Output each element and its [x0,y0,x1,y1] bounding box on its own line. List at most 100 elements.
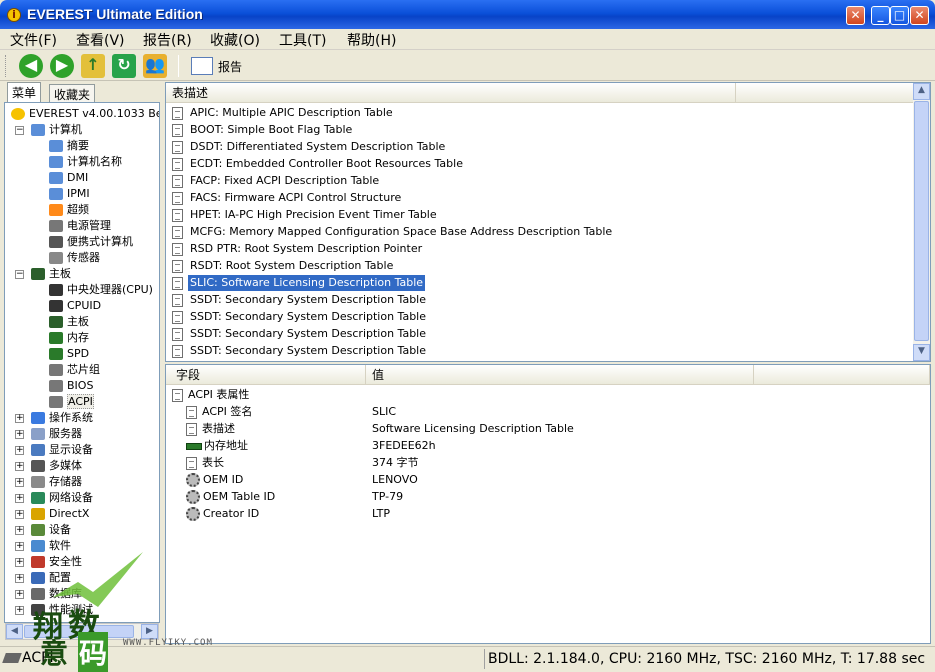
tree-expander-icon[interactable]: + [15,462,24,471]
tree-item[interactable]: 内存 [49,330,89,346]
details-field[interactable]: OEM ID [186,471,243,488]
table-row[interactable]: ECDT: Embedded Controller Boot Resources… [172,156,465,172]
details-group-row[interactable]: ACPI 表属性 [172,386,249,403]
tree-item[interactable]: 计算机名称 [49,154,122,170]
table-row[interactable]: SSDT: Secondary System Description Table [172,292,428,308]
details-field[interactable]: OEM Table ID [186,488,275,505]
tree-item[interactable]: 安全性 [31,554,82,570]
help-close-icon[interactable]: ✕ [846,6,865,25]
column-header-description[interactable]: 表描述 [166,83,736,103]
tree-item[interactable]: 显示设备 [31,442,93,458]
tree-item[interactable]: 计算机 [31,122,82,138]
tree-item[interactable]: EVEREST v4.00.1033 Beta [11,106,159,122]
table-row[interactable]: RSD PTR: Root System Description Pointer [172,241,424,257]
menu-file[interactable]: 文件(F) [10,30,57,50]
tree-item[interactable]: 数据库 [31,586,82,602]
table-row[interactable]: FACP: Fixed ACPI Description Table [172,173,381,189]
users-icon[interactable]: 👥 [143,54,167,78]
tree-item[interactable]: 传感器 [49,250,100,266]
tree-expander-icon[interactable]: + [15,414,24,423]
menu-view[interactable]: 查看(V) [76,30,125,50]
table-row[interactable]: BOOT: Simple Boot Flag Table [172,122,354,138]
tree-item[interactable]: BIOS [49,378,93,394]
table-row[interactable]: MCFG: Memory Mapped Configuration Space … [172,224,614,240]
details-field[interactable]: ACPI 签名 [186,403,252,420]
details-field[interactable]: 内存地址 [186,437,248,454]
close-button[interactable]: ✕ [910,6,929,25]
tree-item[interactable]: 配置 [31,570,71,586]
tree-expander-icon[interactable]: + [15,478,24,487]
scroll-up-icon[interactable]: ▲ [913,83,930,100]
table-row[interactable]: HPET: IA-PC High Precision Event Timer T… [172,207,439,223]
tree-expander-icon[interactable]: + [15,558,24,567]
scroll-thumb[interactable] [24,625,134,638]
details-field[interactable]: 表描述 [186,420,235,437]
tree-expander-icon[interactable]: + [15,494,24,503]
scroll-down-icon[interactable]: ▼ [913,344,930,361]
tree-expander-icon[interactable]: + [15,510,24,519]
column-header-field[interactable]: 字段 [166,365,366,385]
up-folder-icon[interactable]: ↑ [81,54,105,78]
details-field[interactable]: Creator ID [186,505,259,522]
tree-item[interactable]: 电源管理 [49,218,111,234]
back-arrow-icon[interactable]: ◀ [19,54,43,78]
minimize-button[interactable]: _ [871,6,890,25]
tree-item[interactable]: 设备 [31,522,71,538]
tree-item[interactable]: 服务器 [31,426,82,442]
tree-item[interactable]: 操作系统 [31,410,93,426]
tree-item[interactable]: 主板 [31,266,71,282]
tree-item[interactable]: ACPI [49,394,94,410]
menu-favorites[interactable]: 收藏(O) [210,30,260,50]
list-vertical-scrollbar[interactable]: ▲ ▼ [913,83,930,361]
tree-item[interactable]: DMI [49,170,88,186]
scroll-left-icon[interactable]: ◀ [6,624,23,639]
table-row[interactable]: APIC: Multiple APIC Description Table [172,105,395,121]
tree-expander-icon[interactable]: − [15,270,24,279]
tree-expander-icon[interactable]: + [15,542,24,551]
title-bar[interactable]: i EVEREST Ultimate Edition ✕ _ □ ✕ [0,0,935,30]
tree-expander-icon[interactable]: + [15,606,24,615]
tree-item[interactable]: 多媒体 [31,458,82,474]
refresh-icon[interactable]: ↻ [112,54,136,78]
tree-expander-icon[interactable]: + [15,574,24,583]
tab-favorites[interactable]: 收藏夹 [49,84,96,102]
forward-arrow-icon[interactable]: ▶ [50,54,74,78]
tree-item[interactable]: 软件 [31,538,71,554]
scroll-thumb[interactable] [914,101,929,341]
tree-expander-icon[interactable]: − [15,126,24,135]
column-header-value[interactable]: 值 [366,365,754,385]
tree-item[interactable]: 摘要 [49,138,89,154]
table-row[interactable]: FACS: Firmware ACPI Control Structure [172,190,403,206]
maximize-button[interactable]: □ [890,6,909,25]
tree-expander-icon[interactable]: + [15,446,24,455]
menu-help[interactable]: 帮助(H) [347,30,396,50]
tree-item[interactable]: IPMI [49,186,90,202]
tree-horizontal-scrollbar[interactable]: ◀ ▶ [5,623,159,640]
table-row[interactable]: SSDT: Secondary System Description Table [172,343,428,359]
table-row[interactable]: DSDT: Differentiated System Description … [172,139,447,155]
report-icon[interactable] [191,57,213,75]
table-row[interactable]: SLIC: Software Licensing Description Tab… [172,274,427,292]
tree-item[interactable]: 便携式计算机 [49,234,133,250]
table-row[interactable]: SSDT: Secondary System Description Table [172,309,428,325]
details-field[interactable]: 表长 [186,454,224,471]
tree-item[interactable]: 芯片组 [49,362,100,378]
tree-item[interactable]: 主板 [49,314,89,330]
report-button-label[interactable]: 报告 [218,58,242,75]
tree-item[interactable]: SPD [49,346,89,362]
tree-item[interactable]: DirectX [31,506,89,522]
scroll-right-icon[interactable]: ▶ [141,624,158,639]
table-row[interactable]: RSDT: Root System Description Table [172,258,395,274]
tab-menu[interactable]: 菜单 [7,82,42,102]
tree-item[interactable]: 存储器 [31,474,82,490]
tree-item[interactable]: 网络设备 [31,490,93,506]
tree-expander-icon[interactable]: + [15,590,24,599]
tree-expander-icon[interactable]: + [15,526,24,535]
menu-tools[interactable]: 工具(T) [279,30,326,50]
tree-item[interactable]: 中央处理器(CPU) [49,282,153,298]
table-row[interactable]: SSDT: Secondary System Description Table [172,326,428,342]
navigation-tree[interactable]: EVEREST v4.00.1033 Beta − 计算机 摘要 计算机名称 DMI IPM… [4,102,160,623]
tree-item[interactable]: 性能测试 [31,602,93,618]
tree-item[interactable]: 超频 [49,202,89,218]
tree-expander-icon[interactable]: + [15,430,24,439]
